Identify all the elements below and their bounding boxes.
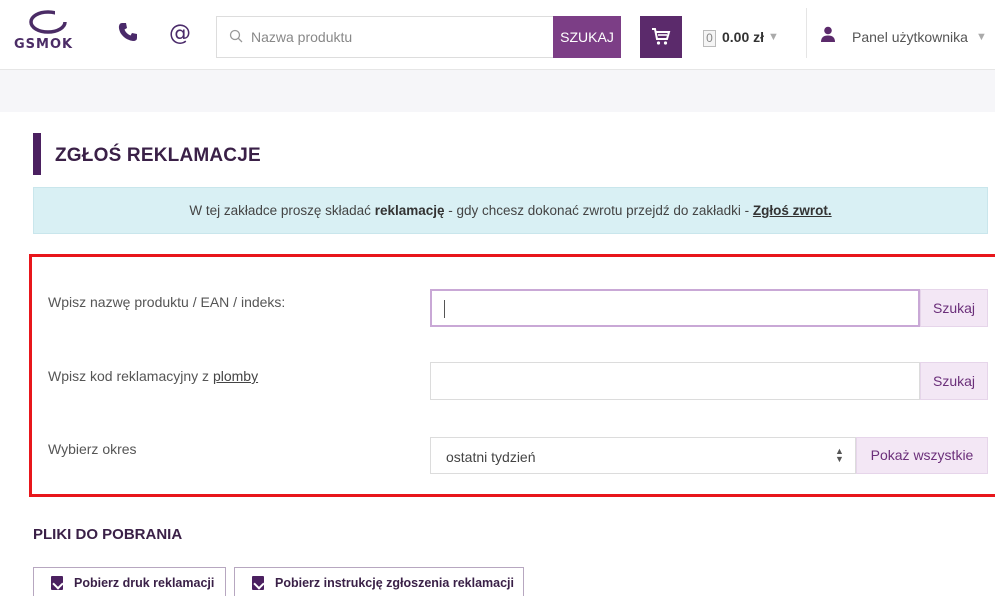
period-label: Wybierz okres [48, 441, 137, 457]
user-panel-link[interactable]: Panel użytkownika [852, 29, 968, 45]
seal-code-input[interactable] [430, 362, 920, 400]
return-link[interactable]: Zgłoś zwrot. [753, 203, 832, 218]
logo-text: GSMOK [14, 37, 74, 52]
period-select[interactable]: ostatni tydzień ▲ ▼ [430, 437, 856, 474]
seal-code-search-button[interactable]: Szukaj [920, 362, 988, 400]
seal-code-label: Wpisz kod reklamacyjny z plomby [48, 368, 258, 384]
logo-swoosh-icon [29, 10, 68, 34]
top-header: GSMOK @ SZUKAJ 0 0.00 zł ▼ Panel użytkow… [0, 0, 995, 70]
breadcrumb-band [0, 70, 995, 112]
product-search-button[interactable]: Szukaj [920, 289, 988, 327]
downloads-title: PLIKI DO POBRANIA [33, 526, 183, 543]
download-complaint-form-label: Pobierz druk reklamacji [74, 576, 215, 590]
period-selected-value: ostatni tydzień [446, 449, 536, 465]
search-icon [229, 29, 243, 43]
seal-link[interactable]: plomby [213, 368, 258, 384]
product-ean-index-input[interactable] [430, 289, 920, 327]
user-dropdown-caret-icon[interactable]: ▼ [976, 31, 987, 43]
text-cursor [444, 300, 445, 318]
file-download-icon [51, 576, 63, 590]
download-instructions-button[interactable]: Pobierz instrukcję zgłoszenia reklamacji [234, 567, 524, 596]
phone-icon[interactable] [116, 22, 140, 46]
email-at-icon[interactable]: @ [168, 22, 192, 46]
download-complaint-form-button[interactable]: Pobierz druk reklamacji [33, 567, 226, 596]
cart-button[interactable] [640, 16, 682, 58]
info-text-start: W tej zakładce proszę składać [189, 203, 375, 218]
search-button[interactable]: SZUKAJ [553, 16, 621, 58]
info-text-bold: reklamację [374, 203, 445, 218]
user-icon [821, 26, 835, 42]
select-updown-icon: ▲ ▼ [835, 446, 844, 464]
file-download-icon [252, 576, 264, 590]
header-divider [806, 8, 807, 58]
page-title: ZGŁOŚ REKLAMACJE [55, 145, 261, 166]
download-instructions-label: Pobierz instrukcję zgłoszenia reklamacji [275, 576, 514, 590]
info-banner: W tej zakładce proszę składać reklamację… [33, 187, 988, 234]
product-search-label: Wpisz nazwę produktu / EAN / indeks: [48, 294, 286, 310]
cart-item-count: 0 [703, 30, 716, 47]
gsmok-logo[interactable]: GSMOK [14, 10, 104, 54]
cart-total[interactable]: 0.00 zł [722, 29, 764, 45]
product-search-input[interactable] [251, 17, 547, 57]
show-all-button[interactable]: Pokaż wszystkie [856, 437, 988, 474]
seal-code-label-text: Wpisz kod reklamacyjny z [48, 368, 213, 384]
info-text-middle: - gdy chcesz dokonać zwrotu przejdź do z… [444, 203, 753, 218]
cart-dropdown-caret-icon[interactable]: ▼ [768, 31, 779, 43]
search-box [216, 16, 553, 58]
cart-icon [652, 28, 671, 45]
title-accent-bar [33, 133, 41, 175]
